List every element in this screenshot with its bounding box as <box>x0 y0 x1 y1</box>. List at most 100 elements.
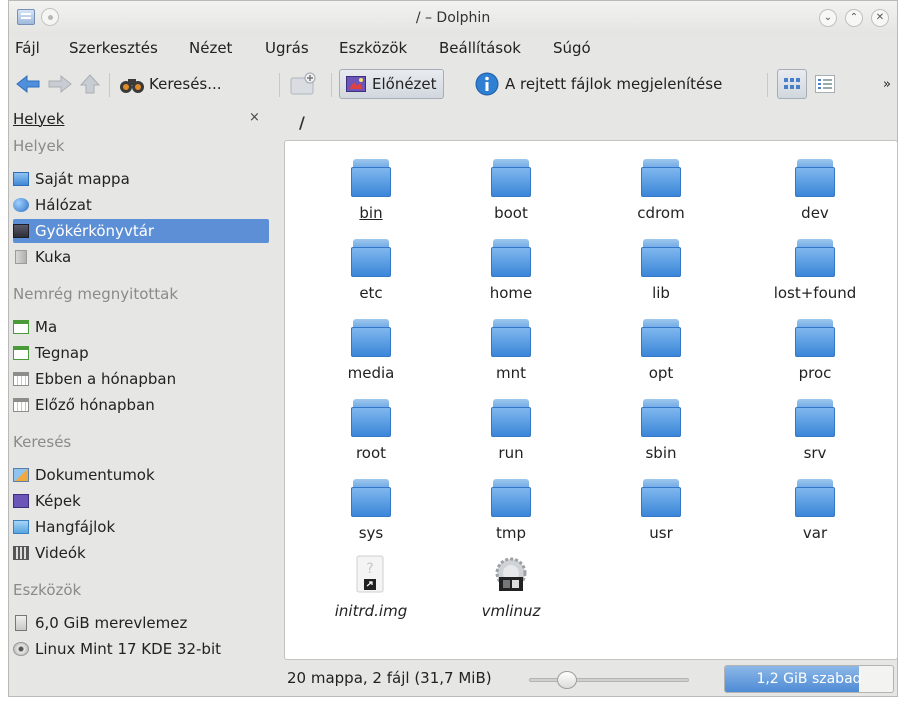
search-button[interactable]: Keresés... <box>119 69 222 99</box>
file-item-lost-found[interactable]: lost+found <box>750 239 880 302</box>
optical-disc-icon <box>13 642 29 656</box>
place-label: 6,0 GiB merevlemez <box>35 614 188 632</box>
menu-help[interactable]: Súgó <box>553 39 591 57</box>
file-name: lost+found <box>773 284 857 302</box>
file-item-cdrom[interactable]: cdrom <box>596 159 726 222</box>
file-item-boot[interactable]: boot <box>446 159 576 222</box>
close-button[interactable]: ✕ <box>871 9 889 27</box>
file-item-opt[interactable]: opt <box>596 319 726 382</box>
place-images[interactable]: Képek <box>13 489 269 513</box>
file-name: tmp <box>495 524 526 542</box>
icons-view-button[interactable] <box>777 69 807 99</box>
folder-icon <box>351 319 391 357</box>
file-name: srv <box>803 444 827 462</box>
dolphin-window: / – Dolphin ⌄ ⌃ ✕ Fájl Szerkesztés Nézet… <box>8 0 898 697</box>
minimize-button[interactable]: ⌄ <box>819 9 837 27</box>
file-item-sbin[interactable]: sbin <box>596 399 726 462</box>
menu-settings[interactable]: Beállítások <box>439 39 521 57</box>
file-view[interactable]: bin boot cdrom dev etc home lib lost+fou… <box>284 140 898 660</box>
preview-toggle[interactable]: Előnézet <box>339 69 444 99</box>
file-name: bin <box>359 204 383 222</box>
network-icon <box>13 198 29 212</box>
group-header-places: Helyek <box>13 137 65 155</box>
file-name: proc <box>798 364 832 382</box>
title-bar[interactable]: / – Dolphin ⌄ ⌃ ✕ <box>9 1 897 35</box>
back-arrow-icon <box>16 74 40 94</box>
place-root[interactable]: Gyökérkönyvtár <box>13 219 269 243</box>
folder-icon <box>795 159 835 197</box>
folder-icon <box>351 159 391 197</box>
file-item-root[interactable]: root <box>306 399 436 462</box>
file-item-sys[interactable]: sys <box>306 479 436 542</box>
file-item-etc[interactable]: etc <box>306 239 436 302</box>
place-this-month[interactable]: Ebben a hónapban <box>13 367 269 391</box>
file-item-bin[interactable]: bin <box>306 159 436 222</box>
menu-view[interactable]: Nézet <box>189 39 232 57</box>
place-label: Dokumentumok <box>35 466 155 484</box>
zoom-slider-handle[interactable] <box>557 671 577 689</box>
place-today[interactable]: Ma <box>13 315 269 339</box>
file-item-srv[interactable]: srv <box>750 399 880 462</box>
place-audio[interactable]: Hangfájlok <box>13 515 269 539</box>
toolbar-overflow-button[interactable]: » <box>883 69 891 99</box>
place-label: Ma <box>35 318 58 336</box>
file-item-run[interactable]: run <box>446 399 576 462</box>
toolbar-separator <box>331 73 332 97</box>
info-icon <box>475 72 499 96</box>
file-item-proc[interactable]: proc <box>750 319 880 382</box>
root-folder-icon <box>13 224 29 238</box>
place-documents[interactable]: Dokumentumok <box>13 463 269 487</box>
up-button[interactable] <box>79 69 101 99</box>
place-trash[interactable]: Kuka <box>13 245 269 269</box>
file-item-var[interactable]: var <box>750 479 880 542</box>
file-item-vmlinuz[interactable]: vmlinuz <box>446 555 576 620</box>
folder-icon <box>351 239 391 277</box>
documents-icon <box>13 468 29 482</box>
free-space-indicator[interactable]: 1,2 GiB szabad <box>724 665 894 693</box>
group-header-search: Keresés <box>13 433 72 451</box>
file-name: run <box>498 444 524 462</box>
trash-icon <box>15 250 27 264</box>
folder-icon <box>491 159 531 197</box>
place-optical-disc[interactable]: Linux Mint 17 KDE 32-bit <box>13 637 269 661</box>
icons-view-icon <box>784 78 800 89</box>
place-label: Gyökérkönyvtár <box>35 222 155 240</box>
forward-button[interactable] <box>47 69 73 99</box>
show-hidden-files-label: A rejtett fájlok megjelenítése <box>505 75 723 93</box>
new-folder-button[interactable] <box>289 69 317 99</box>
details-view-button[interactable] <box>815 69 835 99</box>
file-name: sys <box>358 524 384 542</box>
file-item-initrd[interactable]: ? initrd.img <box>306 555 436 620</box>
file-item-tmp[interactable]: tmp <box>446 479 576 542</box>
place-yesterday[interactable]: Tegnap <box>13 341 269 365</box>
place-label: Kuka <box>35 248 72 266</box>
folder-icon <box>795 399 835 437</box>
back-button[interactable] <box>15 69 41 99</box>
file-name: boot <box>494 204 528 222</box>
zoom-slider[interactable] <box>529 671 689 689</box>
place-videos[interactable]: Videók <box>13 541 269 565</box>
place-home[interactable]: Saját mappa <box>13 167 269 191</box>
forward-arrow-icon <box>48 74 72 94</box>
show-hidden-files-button[interactable]: A rejtett fájlok megjelenítése <box>475 69 722 99</box>
zoom-slider-track <box>529 678 689 682</box>
place-network[interactable]: Hálózat <box>13 193 269 217</box>
file-item-home[interactable]: home <box>446 239 576 302</box>
file-item-usr[interactable]: usr <box>596 479 726 542</box>
folder-icon <box>641 399 681 437</box>
close-panel-icon[interactable]: × <box>249 110 260 125</box>
maximize-button[interactable]: ⌃ <box>845 9 863 27</box>
group-header-recent: Nemrég megnyitottak <box>13 285 179 303</box>
location-breadcrumb[interactable]: / <box>299 113 305 132</box>
menu-file[interactable]: Fájl <box>15 39 40 57</box>
place-harddisk[interactable]: 6,0 GiB merevlemez <box>13 611 269 635</box>
menu-tools[interactable]: Eszközök <box>339 39 407 57</box>
place-label: Saját mappa <box>35 170 130 188</box>
file-item-media[interactable]: media <box>306 319 436 382</box>
menu-edit[interactable]: Szerkesztés <box>69 39 158 57</box>
place-last-month[interactable]: Előző hónapban <box>13 393 269 417</box>
menu-go[interactable]: Ugrás <box>265 39 309 57</box>
file-item-lib[interactable]: lib <box>596 239 726 302</box>
file-item-mnt[interactable]: mnt <box>446 319 576 382</box>
file-item-dev[interactable]: dev <box>750 159 880 222</box>
